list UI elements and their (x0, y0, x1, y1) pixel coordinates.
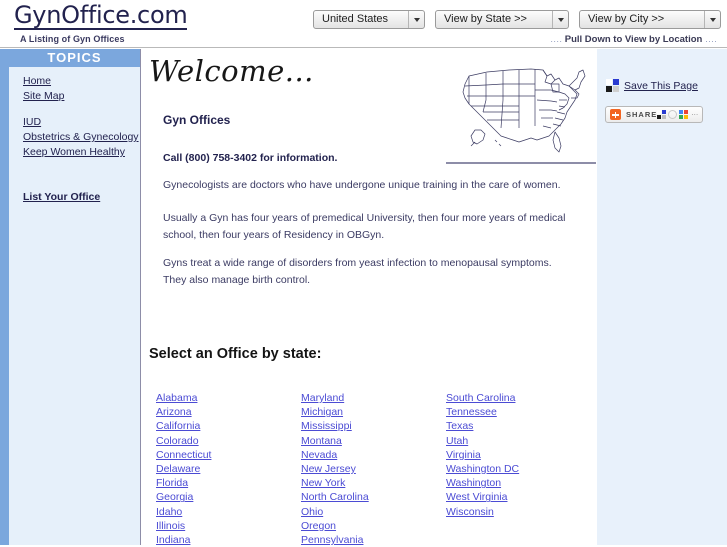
main-heading: Gyn Offices (163, 113, 231, 127)
body-paragraph-3: Gyns treat a wide range of disorders fro… (163, 257, 552, 286)
hint-dots-left: ‥․․ (550, 34, 563, 44)
country-dropdown[interactable]: United States (313, 10, 425, 29)
welcome-heading: Welcome... (149, 54, 314, 88)
state-link-wisconsin[interactable]: Wisconsin (446, 505, 591, 519)
state-column-1: Alabama Arizona California Colorado Conn… (156, 391, 301, 547)
city-dropdown[interactable]: View by City >> (579, 10, 721, 29)
state-link-texas[interactable]: Texas (446, 419, 591, 433)
state-link-new-york[interactable]: New York (301, 476, 446, 490)
sidebar-item-home[interactable]: Home (23, 74, 140, 89)
state-link-georgia[interactable]: Georgia (156, 490, 301, 504)
sidebar-heading: TOPICS (9, 49, 140, 67)
map-underline (446, 162, 596, 164)
state-column-3: South Carolina Tennessee Texas Utah Virg… (446, 391, 591, 547)
sidebar-nav-list: Home Site Map IUD Obstetrics & Gynecolog… (9, 67, 140, 205)
state-link-montana[interactable]: Montana (301, 434, 446, 448)
main-content: Welcome... Gyn Offices Call (800) 758-34… (140, 49, 597, 547)
location-dropdown-bar: United States View by State >> View by C… (313, 10, 721, 29)
page-header: GynOffice.com A Listing of Gyn Offices U… (0, 0, 727, 48)
state-link-south-carolina[interactable]: South Carolina (446, 391, 591, 405)
state-link-washington-dc[interactable]: Washington DC (446, 462, 591, 476)
site-title: GynOffice.com (14, 1, 188, 30)
bookmark-mini-icon[interactable] (657, 110, 667, 119)
bookmark-icon (606, 79, 619, 92)
state-link-connecticut[interactable]: Connecticut (156, 448, 301, 462)
right-sidebar: Save This Page SHARE ⋯ (597, 49, 727, 545)
sidebar-item-keep-women-healthy[interactable]: Keep Women Healthy (23, 145, 140, 160)
state-link-utah[interactable]: Utah (446, 434, 591, 448)
pulldown-hint-text: Pull Down to View by Location (564, 34, 703, 45)
state-link-arizona[interactable]: Arizona (156, 405, 301, 419)
state-column-2: Maryland Michigan Mississippi Montana Ne… (301, 391, 446, 547)
state-link-florida[interactable]: Florida (156, 476, 301, 490)
body-paragraph-2: Usually a Gyn has four years of premedic… (163, 212, 566, 241)
state-link-california[interactable]: California (156, 419, 301, 433)
brand-block: GynOffice.com A Listing of Gyn Offices (14, 1, 188, 44)
body-paragraph-1: Gynecologists are doctors who have under… (163, 179, 561, 191)
state-link-idaho[interactable]: Idaho (156, 505, 301, 519)
state-link-colorado[interactable]: Colorado (156, 434, 301, 448)
share-service-icons: ⋯ (657, 110, 698, 119)
call-for-information: Call (800) 758-3402 for information. (163, 152, 338, 164)
more-options-icon[interactable]: ⋯ (691, 111, 698, 119)
city-dropdown-value: View by City >> (588, 13, 665, 25)
state-link-oregon[interactable]: Oregon (301, 519, 446, 533)
state-link-new-jersey[interactable]: New Jersey (301, 462, 446, 476)
state-link-ohio[interactable]: Ohio (301, 505, 446, 519)
state-link-north-carolina[interactable]: North Carolina (301, 490, 446, 504)
plus-icon (610, 109, 621, 120)
hint-dots-right: ․․‥ (704, 34, 717, 44)
chevron-down-icon[interactable] (704, 11, 720, 28)
site-tagline: A Listing of Gyn Offices (20, 34, 125, 44)
save-this-page-link[interactable]: Save This Page (606, 79, 698, 92)
state-dropdown-value: View by State >> (444, 13, 527, 25)
sidebar: TOPICS Home Site Map IUD Obstetrics & Gy… (9, 49, 140, 545)
state-link-tennessee[interactable]: Tennessee (446, 405, 591, 419)
state-link-mississippi[interactable]: Mississippi (301, 419, 446, 433)
sidebar-item-iud[interactable]: IUD (23, 115, 140, 130)
save-this-page-label: Save This Page (624, 79, 698, 92)
sidebar-accent-strip (0, 49, 9, 545)
state-links-grid: Alabama Arizona California Colorado Conn… (156, 391, 596, 547)
sidebar-item-site-map[interactable]: Site Map (23, 89, 140, 104)
state-dropdown[interactable]: View by State >> (435, 10, 569, 29)
sidebar-item-list-your-office[interactable]: List Your Office (23, 190, 140, 205)
chevron-down-icon[interactable] (408, 11, 424, 28)
google-mini-icon[interactable] (679, 110, 689, 119)
chevron-down-icon[interactable] (552, 11, 568, 28)
pulldown-hint: ‥․․ Pull Down to View by Location ․․‥ (550, 34, 717, 45)
state-link-virginia[interactable]: Virginia (446, 448, 591, 462)
sidebar-item-obstetrics-gynecology[interactable]: Obstetrics & Gynecology (23, 130, 140, 145)
us-map-image (446, 53, 596, 161)
share-button[interactable]: SHARE ⋯ (605, 106, 703, 123)
state-link-nevada[interactable]: Nevada (301, 448, 446, 462)
select-office-heading: Select an Office by state: (149, 346, 322, 362)
country-dropdown-value: United States (322, 13, 389, 25)
state-link-alabama[interactable]: Alabama (156, 391, 301, 405)
share-button-label: SHARE (626, 110, 658, 119)
stumbleupon-mini-icon[interactable] (668, 110, 678, 119)
state-link-maryland[interactable]: Maryland (301, 391, 446, 405)
state-link-illinois[interactable]: Illinois (156, 519, 301, 533)
state-link-west-virginia[interactable]: West Virginia (446, 490, 591, 504)
state-link-delaware[interactable]: Delaware (156, 462, 301, 476)
state-link-michigan[interactable]: Michigan (301, 405, 446, 419)
state-link-washington[interactable]: Washington (446, 476, 591, 490)
